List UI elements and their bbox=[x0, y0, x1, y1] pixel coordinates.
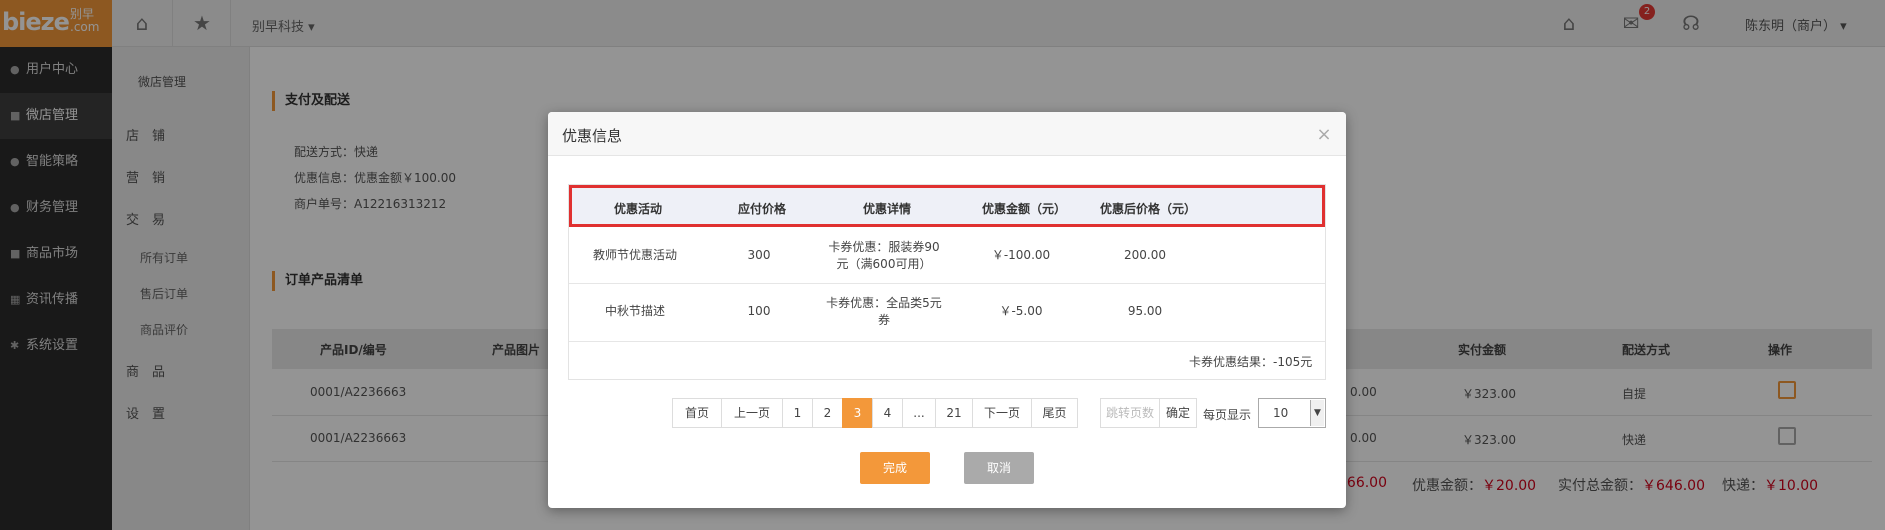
row-detail-line: 卡券优惠：全品类5元 bbox=[826, 296, 942, 310]
row-activity: 教师节优惠活动 bbox=[592, 248, 677, 262]
pager-page[interactable]: 4 bbox=[872, 398, 903, 428]
dialog-title: 优惠信息 bbox=[562, 127, 623, 145]
row-detail-line: 卡券优惠：服装券90 bbox=[828, 240, 940, 254]
discount-table: 优惠活动 应付价格 优惠详情 优惠金额（元） 优惠后价格（元） 教师节优惠活动 … bbox=[568, 184, 1326, 380]
row-detail: 卡券优惠：全品类5元 券 bbox=[819, 295, 949, 329]
row-after-price: 95.00 bbox=[1127, 304, 1163, 318]
pager-page[interactable]: 2 bbox=[812, 398, 843, 428]
column-header-activity: 优惠活动 bbox=[613, 202, 662, 216]
column-header-price: 应付价格 bbox=[737, 202, 786, 216]
row-activity: 中秋节描述 bbox=[604, 304, 665, 318]
row-detail-line: 券 bbox=[877, 313, 890, 327]
cancel-button[interactable]: 取消 bbox=[964, 452, 1034, 484]
row-price: 300 bbox=[747, 248, 771, 262]
pager-next[interactable]: 下一页 bbox=[972, 398, 1032, 428]
pager-prev[interactable]: 上一页 bbox=[721, 398, 783, 428]
pager-ellipsis: ... bbox=[902, 398, 936, 428]
column-header-detail: 优惠详情 bbox=[862, 202, 911, 216]
dialog-header: 优惠信息 × bbox=[548, 112, 1346, 156]
pager-last[interactable]: 尾页 bbox=[1031, 398, 1078, 428]
row-amount: ￥-100.00 bbox=[991, 248, 1051, 262]
discount-summary: 卡券优惠结果：-105元 bbox=[1189, 355, 1313, 369]
divider bbox=[569, 283, 1325, 284]
confirm-button[interactable]: 完成 bbox=[860, 452, 930, 484]
column-header-amount: 优惠金额（元） bbox=[981, 202, 1066, 216]
pager-jump-confirm[interactable]: 确定 bbox=[1159, 398, 1197, 428]
per-page-label: 每页显示 bbox=[1203, 408, 1252, 422]
row-amount: ￥-5.00 bbox=[999, 304, 1043, 318]
row-price: 100 bbox=[747, 304, 771, 318]
chevron-down-icon: ▼ bbox=[1310, 400, 1324, 426]
divider bbox=[569, 341, 1325, 342]
per-page-select[interactable]: 10 ▼ bbox=[1258, 398, 1326, 428]
pager-page-current[interactable]: 3 bbox=[842, 398, 873, 428]
per-page-value: 10 bbox=[1273, 406, 1289, 420]
row-after-price: 200.00 bbox=[1124, 248, 1166, 262]
discount-info-dialog: 优惠信息 × 优惠活动 应付价格 优惠详情 优惠金额（元） 优惠后价格（元） 教… bbox=[548, 112, 1346, 508]
column-header-after: 优惠后价格（元） bbox=[1099, 202, 1196, 216]
pager-page[interactable]: 1 bbox=[782, 398, 813, 428]
discount-table-header: 优惠活动 应付价格 优惠详情 优惠金额（元） 优惠后价格（元） bbox=[569, 185, 1325, 227]
row-detail-line: 元（满600可用） bbox=[836, 257, 932, 271]
pager-jump-input[interactable]: 跳转页数 bbox=[1100, 398, 1160, 428]
pager-first[interactable]: 首页 bbox=[672, 398, 722, 428]
row-detail: 卡券优惠：服装券90 元（满600可用） bbox=[819, 239, 949, 273]
close-icon[interactable]: × bbox=[1314, 124, 1334, 145]
pager-page[interactable]: 21 bbox=[935, 398, 973, 428]
